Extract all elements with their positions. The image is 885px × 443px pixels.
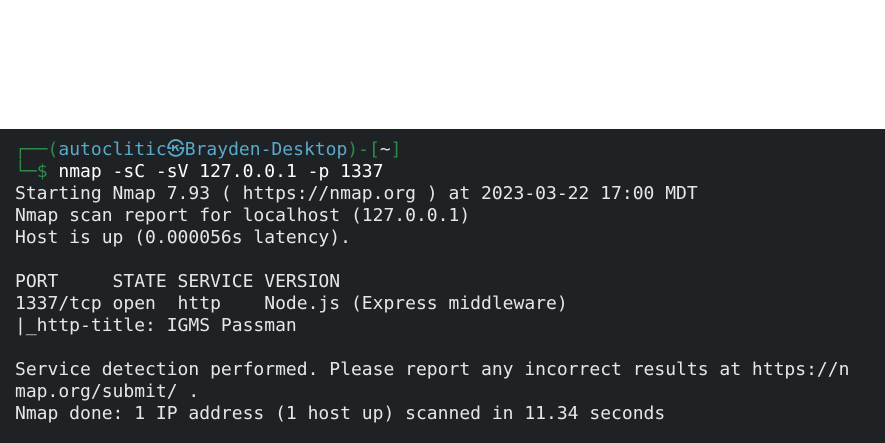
output-port-row: 1337/tcp open http Node.js (Express midd… (15, 293, 568, 314)
output-service-detection-1: Service detection performed. Please repo… (15, 359, 850, 380)
blank-area (0, 0, 885, 129)
prompt-dollar: $ (36, 161, 48, 182)
output-done: Nmap done: 1 IP address (1 host up) scan… (15, 403, 666, 424)
prompt-directory: ~ (379, 139, 391, 160)
prompt-close-bracket: ] (390, 139, 402, 160)
prompt-at-icon: ㉿ (166, 139, 185, 160)
output-port-header: PORT STATE SERVICE VERSION (15, 271, 341, 292)
output-line-host-up: Host is up (0.000056s latency). (15, 227, 351, 248)
terminal-window[interactable]: ┌──(autoclitic㉿Brayden-Desktop)-[~] └─$ … (0, 129, 885, 443)
output-http-title: |_http-title: IGMS Passman (15, 315, 297, 336)
prompt-line-top: ┌──(autoclitic㉿Brayden-Desktop)-[~] (15, 139, 885, 161)
prompt-user: autoclitic (58, 139, 167, 160)
prompt-host: Brayden-Desktop (184, 139, 348, 160)
output-line-scan-report: Nmap scan report for localhost (127.0.0.… (15, 205, 471, 226)
command-text: nmap -sC -sV 127.0.0.1 -p 1337 (47, 161, 384, 182)
output-line-starting: Starting Nmap 7.93 ( https://nmap.org ) … (15, 183, 698, 204)
output-service-detection-2: map.org/submit/ . (15, 381, 200, 402)
output-blank-line (15, 249, 885, 271)
prompt-frame-top: ┌──( (15, 139, 59, 160)
prompt-frame-bottom: └─ (15, 161, 37, 182)
prompt-separator: )-[ (347, 139, 380, 160)
output-blank-line (15, 337, 885, 359)
prompt-line-command: └─$ nmap -sC -sV 127.0.0.1 -p 1337 (15, 161, 885, 183)
